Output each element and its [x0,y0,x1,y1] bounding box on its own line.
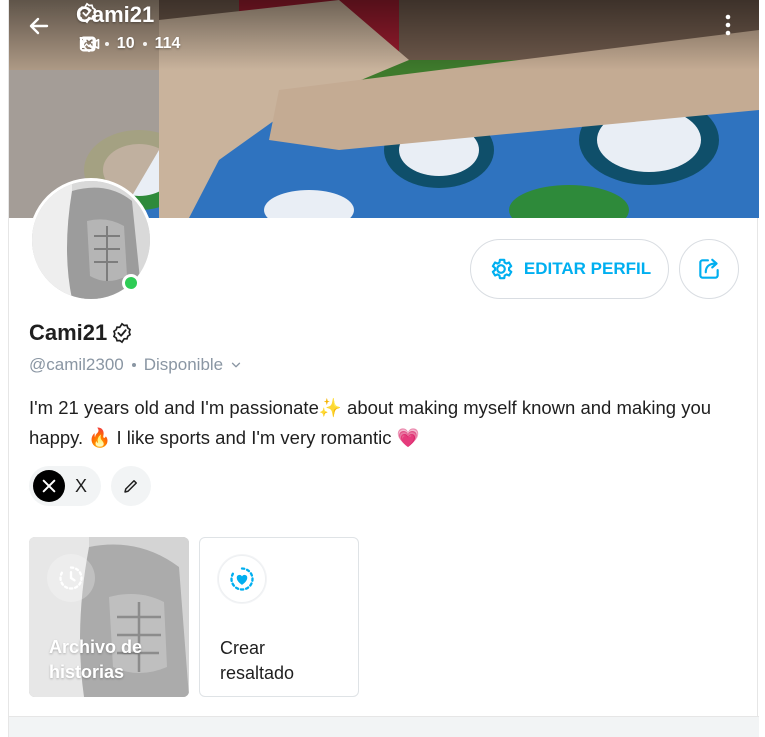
share-button[interactable] [679,239,739,299]
profile-name-row: Cami21 [29,320,133,346]
create-highlight-label: Crear resaltado [220,638,295,683]
availability-dropdown[interactable]: Disponible [144,355,243,375]
heart-icon [81,37,97,53]
section-divider [9,716,759,737]
chevron-down-icon [231,362,241,368]
x-logo-icon [33,470,65,502]
header-title: Cami21 [76,2,154,28]
stat-videos-value: 10 [116,35,135,52]
edit-social-links-button[interactable] [111,466,152,506]
profile-handle-row: @camil2300 Disponible [29,355,243,375]
more-vertical-icon [725,14,731,36]
stat-separator [142,42,147,46]
story-archive-label: Archivo de historias [49,637,143,682]
stat-likes: 114 [81,35,181,53]
pencil-icon [124,480,138,493]
x-social-link[interactable]: X [29,466,102,506]
x-social-label: X [75,475,88,496]
share-icon [699,258,719,279]
gear-icon [491,258,513,280]
verified-icon [113,322,132,344]
header-stats: 73 10 114 [79,35,180,53]
stat-likes-value: 114 [154,35,181,52]
stat-videos: 10 [79,35,135,53]
edit-profile-button[interactable]: EDITAR PERFIL [470,239,669,299]
profile-bio: I'm 21 years old and I'm passionate✨ abo… [29,397,712,448]
story-archive-card[interactable]: Archivo de historias [29,537,189,697]
more-options-button[interactable] [725,14,745,46]
arrow-left-icon [29,17,49,35]
heart-circle-icon [230,567,254,591]
stat-separator [104,42,109,46]
profile-page: Cami21 73 10 114 EDITAR PERFIL Cami21 @c… [8,0,759,737]
verified-icon [77,2,97,24]
history-icon [59,566,83,590]
history-icon-wrapper [47,554,95,602]
profile-handle: @camil2300 [29,355,124,374]
handle-separator [131,363,136,367]
social-links: X [29,466,152,506]
availability-status: Disponible [143,355,224,374]
profile-name: Cami21 [29,320,108,345]
online-status-indicator [122,274,140,292]
create-highlight-card[interactable]: Crear resaltado [199,537,359,697]
edit-profile-label: EDITAR PERFIL [523,259,652,278]
back-button[interactable] [27,14,59,46]
create-highlight-icon-wrapper [218,555,266,603]
